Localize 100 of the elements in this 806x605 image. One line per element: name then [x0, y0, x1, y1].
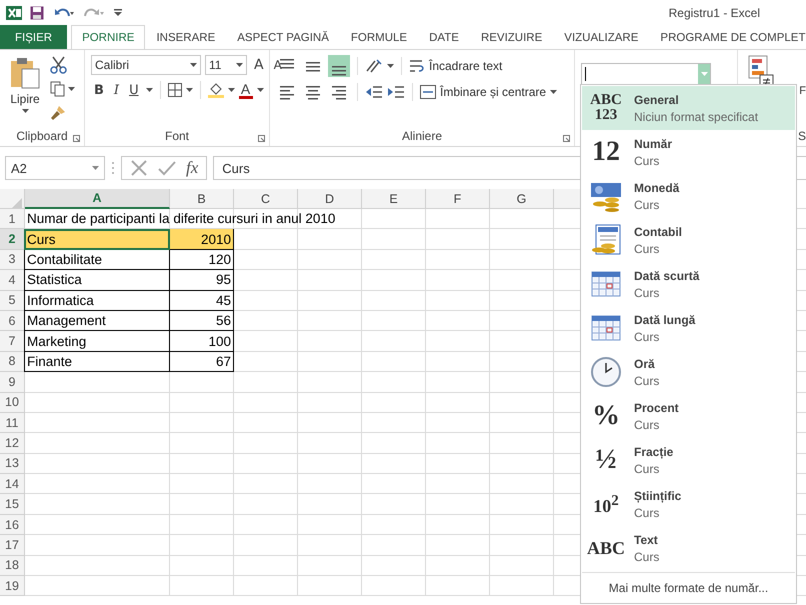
- ribbon-tab[interactable]: INSERARE: [145, 25, 226, 49]
- banknote-coins-icon: [590, 180, 622, 212]
- ribbon-tab[interactable]: PORNIRE: [71, 25, 146, 49]
- wrap-text-icon: [409, 59, 425, 73]
- font-size-field[interactable]: 11: [205, 55, 247, 75]
- row-header[interactable]: 8: [0, 352, 25, 372]
- customize-icon[interactable]: [114, 9, 122, 16]
- row-header[interactable]: 1: [0, 209, 25, 230]
- insert-function-button[interactable]: fx: [186, 158, 198, 178]
- row-header[interactable]: 5: [0, 290, 25, 311]
- group-label: S: [798, 129, 806, 143]
- dialog-launcher-icon[interactable]: [258, 135, 265, 142]
- ribbon-tab[interactable]: DATE: [418, 25, 470, 49]
- text-angle-icon[interactable]: [365, 59, 383, 73]
- column-header[interactable]: E: [362, 189, 426, 209]
- caret-icon[interactable]: [190, 63, 197, 67]
- table-cell: Statistica: [24, 270, 170, 291]
- name-box[interactable]: A2: [5, 156, 105, 180]
- menu-item[interactable]: Oră Curs: [582, 350, 795, 394]
- dialog-launcher-icon[interactable]: [563, 135, 570, 142]
- increase-indent-icon[interactable]: [387, 85, 405, 99]
- row-header[interactable]: 12: [0, 433, 25, 454]
- clock-icon: [590, 356, 622, 388]
- caret-icon[interactable]: [550, 90, 558, 94]
- caret-icon[interactable]: [146, 88, 153, 92]
- table-cell: 56: [170, 310, 234, 332]
- font-color-button[interactable]: A: [238, 82, 253, 98]
- table-cell: 95: [170, 270, 234, 291]
- row-header[interactable]: 6: [0, 310, 25, 332]
- row-header[interactable]: 19: [0, 576, 25, 596]
- table-cell: Contabilitate: [24, 250, 170, 270]
- row-header[interactable]: 14: [0, 474, 25, 494]
- align-right-button[interactable]: [330, 83, 348, 101]
- group-label: Font: [164, 129, 189, 143]
- bold-button[interactable]: B: [91, 82, 107, 98]
- align-left-button[interactable]: [278, 83, 296, 101]
- ribbon-tab[interactable]: PROGRAME DE COMPLET: [649, 25, 806, 49]
- row-header[interactable]: 11: [0, 412, 25, 434]
- menu-item[interactable]: Dată scurtă Curs: [582, 262, 795, 306]
- wrap-text-button[interactable]: Încadrare text: [409, 55, 502, 77]
- column-header[interactable]: B: [170, 189, 234, 209]
- caret-icon[interactable]: [256, 88, 264, 92]
- row-header[interactable]: 15: [0, 494, 25, 515]
- brush-icon[interactable]: [50, 105, 66, 121]
- menu-item[interactable]: 10$^{2}$ Științific Curs: [582, 482, 795, 526]
- row-header[interactable]: 17: [0, 535, 25, 556]
- row-header[interactable]: 18: [0, 556, 25, 576]
- menu-item[interactable]: Contabil Curs: [582, 218, 795, 262]
- table-cell: 45: [170, 290, 234, 311]
- dialog-launcher-icon[interactable]: [73, 135, 80, 142]
- table-cell: 100: [170, 331, 234, 352]
- caret-icon[interactable]: [92, 166, 99, 170]
- row-header[interactable]: 10: [0, 392, 25, 413]
- row-header[interactable]: 7: [0, 331, 25, 352]
- caret-icon[interactable]: [228, 88, 235, 92]
- ribbon-tab[interactable]: ASPECT PAGINĂ: [226, 25, 340, 49]
- borders-icon[interactable]: [168, 83, 182, 97]
- row-header[interactable]: 4: [0, 270, 25, 291]
- grow-font-button[interactable]: A: [251, 57, 267, 73]
- column-header[interactable]: A: [25, 189, 170, 209]
- clipboard-icon: [10, 57, 40, 89]
- fill-color-icon[interactable]: [208, 82, 224, 98]
- group-label: Aliniere: [402, 129, 442, 143]
- paste-button[interactable]: Lipire: [6, 55, 44, 126]
- scissors-icon[interactable]: [50, 56, 68, 74]
- file-tab[interactable]: FIȘIER: [0, 25, 68, 49]
- save-icon[interactable]: [30, 6, 44, 20]
- caret-icon[interactable]: [22, 109, 28, 113]
- caret-icon[interactable]: [387, 64, 394, 68]
- align-center-button[interactable]: [304, 83, 322, 101]
- underline-button[interactable]: U: [126, 82, 142, 98]
- ribbon-tab[interactable]: REVIZUIRE: [470, 25, 554, 49]
- menu-item[interactable]: ABC 123 General Niciun format specificat: [582, 86, 795, 130]
- font-name-field[interactable]: Calibri: [91, 55, 201, 75]
- caret-icon[interactable]: [68, 87, 75, 91]
- table-cell-text: Numar de participanti la diferite cursuri in anul 2010: [26, 210, 336, 228]
- table-cell: Curs: [24, 229, 170, 250]
- row-header[interactable]: 2: [0, 229, 25, 250]
- row-header[interactable]: 9: [0, 372, 25, 393]
- menu-item[interactable]: Dată lungă Curs: [582, 306, 795, 350]
- copy-icon[interactable]: [50, 81, 66, 97]
- italic-button[interactable]: I: [110, 82, 122, 98]
- menu-item[interactable]: ½ Fracție Curs: [582, 438, 795, 482]
- styles-button-label[interactable]: F: [799, 84, 806, 96]
- column-header[interactable]: G: [490, 189, 554, 209]
- ribbon-tab[interactable]: VIZUALIZARE: [553, 25, 650, 49]
- row-header[interactable]: 16: [0, 514, 25, 536]
- caret-icon[interactable]: [186, 88, 193, 92]
- column-header[interactable]: F: [426, 189, 490, 209]
- caret-icon[interactable]: [236, 63, 243, 67]
- merge-center-button[interactable]: Îmbinare și centrare: [420, 81, 558, 103]
- row-header[interactable]: 3: [0, 250, 25, 270]
- menu-item[interactable]: % Procent Curs: [582, 394, 795, 438]
- decrease-indent-icon[interactable]: [365, 85, 383, 99]
- ribbon-tab[interactable]: FORMULE: [340, 25, 418, 49]
- column-header[interactable]: C: [234, 189, 298, 209]
- column-header[interactable]: D: [298, 189, 362, 209]
- more-formats-link[interactable]: Mai multe formate de număr...: [582, 572, 795, 603]
- undo-icon[interactable]: [54, 6, 74, 18]
- row-header[interactable]: 13: [0, 454, 25, 474]
